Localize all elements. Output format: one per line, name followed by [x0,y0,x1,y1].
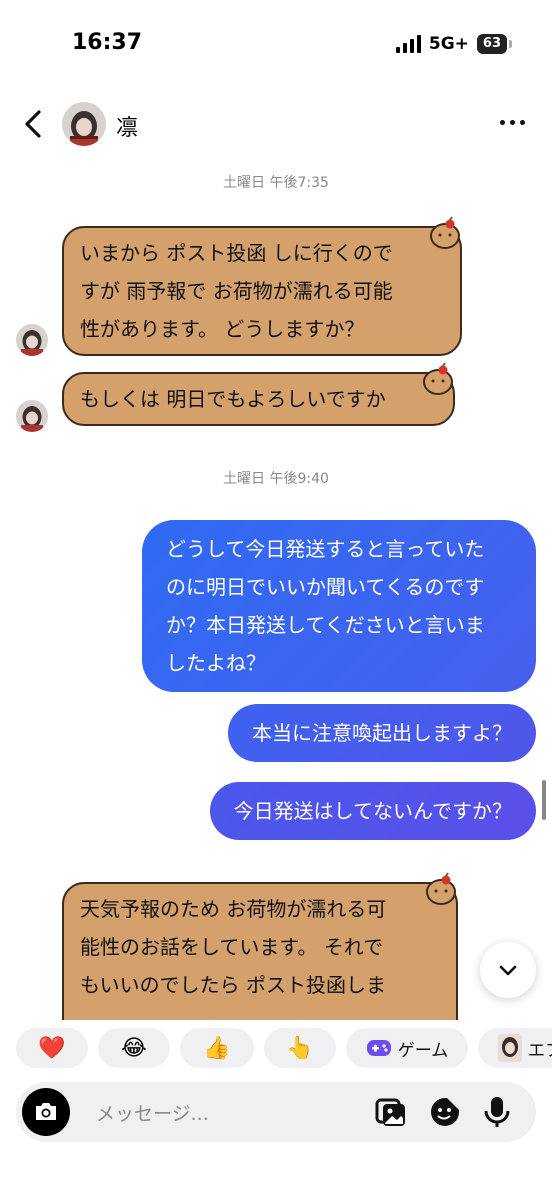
message-line: いまから ポスト投函 しに行くので [80,241,393,265]
sent-message[interactable]: 今日発送はしてないんですか？ [209,782,536,840]
capybara-icon [423,362,453,395]
status-bar: 16:37 5G+ 63 [0,0,552,90]
game-label: ゲーム [397,1040,449,1061]
laugh-reaction-button[interactable]: 😂 [98,1028,170,1068]
capybara-icon [426,872,456,905]
heart-reaction-button[interactable]: ❤️ [16,1028,88,1068]
camera-icon [36,1103,56,1120]
laugh-emoji-icon: 😂 [121,1035,147,1061]
heart-icon: ❤️ [38,1035,66,1061]
microphone-icon[interactable] [480,1095,514,1129]
game-button[interactable]: ゲーム [346,1028,468,1068]
quick-reactions-bar: ❤️ 😂 👍 👆 ゲーム エフ [0,1020,552,1076]
camera-button[interactable] [22,1088,70,1136]
effect-avatar-icon [498,1034,522,1062]
scroll-to-bottom-button[interactable] [480,942,536,998]
back-chevron-icon[interactable] [18,106,48,142]
battery-level: 63 [476,34,507,54]
message-line: したよね？ [166,651,266,675]
clock: 16:37 [72,30,143,55]
game-controller-icon [366,1040,391,1056]
more-dots-icon[interactable] [494,110,530,134]
received-message[interactable]: もしくは 明日でもよろしいですか [62,362,455,426]
chevron-down-icon [499,965,517,976]
message-line: すが 雨予報で お荷物が濡れる可能 [80,279,393,303]
message-line: のに明日でいいか聞いてくるのです [166,575,485,599]
effect-label: エフ [528,1040,552,1061]
message-line: どうして今日発送すると言っていた [166,537,485,561]
message-clip: 天気予報のため お荷物が濡れる可 能性のお話をしています。 それで もいいのでし… [0,872,552,1020]
message-input[interactable]: メッセージ... [96,1099,209,1126]
message-line: 本当に注意喚起出しますよ？ [252,721,512,745]
pointing-hand-icon: 👆 [286,1035,314,1061]
sent-message[interactable]: どうして今日発送すると言っていた のに明日でいいか聞いてくるのです か？本日発送… [142,520,536,692]
message-composer: メッセージ... [16,1082,536,1142]
message-line: 能性のお話をしています。 それで [80,935,384,959]
message-line: か？本日発送してくださいと言いま [166,613,485,637]
sent-message[interactable]: 本当に注意喚起出しますよ？ [228,704,536,762]
message-line: もいいのでしたら ポスト投函しま [80,973,386,997]
message-line: 今日発送はしてないんですか？ [233,799,512,823]
status-indicators: 5G+ 63 [395,34,512,54]
avatar[interactable] [62,102,106,146]
timestamp: 土曜日 午後9:40 [223,471,329,487]
received-message[interactable]: 天気予報のため お荷物が濡れる可 能性のお話をしています。 それで もいいのでし… [62,872,458,1020]
gallery-icon[interactable] [374,1095,408,1129]
message-line: 天気予報のため お荷物が濡れる可 [80,897,387,921]
chat-header: 凛 [0,94,552,156]
avatar[interactable] [16,324,48,356]
effect-button[interactable]: エフ [478,1028,552,1068]
network-type: 5G+ [428,34,469,54]
signal-icon [395,35,421,53]
message-line: 性があります。 どうしますか？ [80,317,365,341]
contact-name[interactable]: 凛 [116,110,138,142]
scrollbar[interactable] [542,780,546,820]
message-line: もしくは 明日でもよろしいですか [80,387,386,411]
battery-icon: 63 [476,34,512,54]
received-message[interactable]: いまから ポスト投函 しに行くので すが 雨予報で お荷物が濡れる可能 性があり… [62,216,462,356]
thumbs-up-icon: 👍 [203,1035,231,1061]
timestamp: 土曜日 午後7:35 [223,175,329,191]
avatar[interactable] [16,400,48,432]
thumbs-up-reaction-button[interactable]: 👍 [180,1028,254,1068]
point-reaction-button[interactable]: 👆 [264,1028,336,1068]
sticker-icon[interactable] [428,1095,462,1129]
capybara-icon [430,216,460,249]
